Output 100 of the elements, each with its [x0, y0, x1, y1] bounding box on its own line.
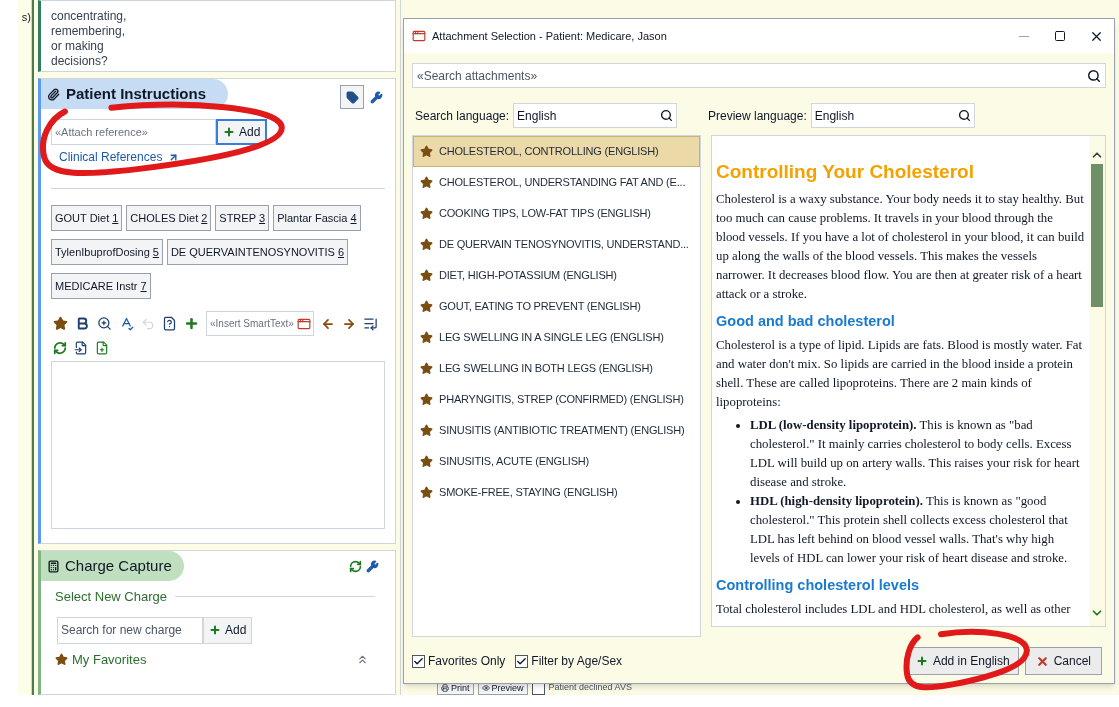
star-icon	[420, 393, 433, 406]
attachment-item[interactable]: DE QUERVAIN TENOSYNOVITIS, UNDERSTAND...	[413, 229, 700, 260]
smarttext-field[interactable]: «Insert SmartText»	[206, 311, 314, 336]
sidebar-text: s)	[21, 12, 31, 23]
cancel-icon	[1035, 654, 1049, 668]
help-document-icon[interactable]	[162, 316, 177, 331]
panel-title: Patient Instructions	[66, 83, 207, 104]
section-label: Select New Charge	[55, 588, 167, 606]
field-label: Search language:	[414, 107, 510, 125]
star-icon	[420, 300, 433, 313]
field-label: Preview language:	[708, 107, 807, 125]
bold-icon[interactable]	[75, 316, 90, 331]
paragraph: Cholesterol is a type of lipid. Lipids are fats. Blood is mostly water. Fat and water don't mix. So lipids are carried in the blood inside a protein shell. These are called lipoproteins. There are 2 main kinds of lipoproteins:	[716, 337, 1084, 411]
arrow-left-icon[interactable]	[320, 316, 335, 331]
attachment-item[interactable]: SMOKE-FREE, STAYING (ENGLISH)	[413, 477, 700, 508]
import-document-icon[interactable]	[74, 341, 88, 355]
attachment-item[interactable]: CHOLESTEROL, UNDERSTANDING FAT AND (E...	[413, 167, 700, 198]
paragraph: Cholesterol is a waxy substance. Your body needs it to stay healthy. But too much can cause problems. It travels in your blood through the blood vessels. If you have a lot of cholesterol in your blood, it can build up along the walls of the blood vessels. This makes the vessels narrower. It decreases blood flow. You are then at greater risk of a heart attack or a stroke.	[716, 191, 1085, 303]
star-icon	[420, 424, 433, 437]
panel-title: Charge Capture	[65, 555, 172, 576]
add-button[interactable]: Add	[216, 119, 268, 145]
attachment-search-field[interactable]: «Search attachments»	[412, 63, 1106, 88]
zoom-icon[interactable]	[97, 316, 112, 331]
attachment-item[interactable]: GOUT, EATING TO PREVENT (ENGLISH)	[413, 291, 700, 322]
spellcheck-icon[interactable]	[119, 316, 134, 331]
clinical-references-link[interactable]: Clinical References	[59, 148, 180, 166]
printer-icon	[441, 684, 449, 692]
attachment-item[interactable]: CHOLESTEROL, CONTROLLING (ENGLISH)	[413, 136, 700, 167]
search-language-field[interactable]: English	[513, 103, 678, 128]
maximize-icon	[1054, 30, 1066, 42]
star-icon	[420, 486, 433, 499]
checkbox[interactable]	[412, 654, 425, 668]
bullet-text: HDL (high-density lipoprotein). This is known as "good cholesterol." This protein shell collects excess cholesterol that LDL has left behind on blood vessel walls. That's why high levels of HDL can lower your risk of heart disease and stroke.	[750, 493, 1069, 567]
star-icon	[420, 331, 433, 344]
star-icon	[420, 207, 433, 220]
attachment-item[interactable]: LEG SWELLING IN A SINGLE LEG (ENGLISH)	[413, 322, 700, 353]
check-icon	[516, 655, 528, 667]
bullet-text: LDL (low-density lipoprotein). This is known as "bad cholesterol." It mainly carries cholesterol to body cells. Excess LDL will build up on artery walls. This raises your risk for heart disease and stroke.	[750, 417, 1081, 491]
cancel-button[interactable]: Cancel	[1024, 647, 1102, 675]
star-icon	[420, 176, 433, 189]
plus-icon	[209, 624, 221, 636]
checkbox-label: Favorites Only	[428, 653, 506, 670]
attachment-item[interactable]: LEG SWELLING IN BOTH LEGS (ENGLISH)	[413, 353, 700, 384]
search-icon[interactable]	[1087, 68, 1101, 83]
favorites-label[interactable]: My Favorites	[72, 649, 147, 669]
star-icon	[55, 652, 68, 666]
minimize-icon	[1019, 35, 1029, 37]
tag-icon	[345, 90, 359, 104]
question-text: concentrating, remembering, or making decisions?	[51, 9, 128, 69]
wrench-icon[interactable]	[370, 90, 383, 104]
refresh-icon[interactable]	[349, 559, 362, 573]
checkbox-label: Filter by Age/Sex	[531, 653, 623, 670]
attachment-item[interactable]: DIET, HIGH-POTASSIUM (ENGLISH)	[413, 260, 700, 291]
window-icon	[296, 316, 311, 331]
search-icon[interactable]	[660, 109, 674, 122]
instruction-button[interactable]: GOUT Diet 1	[51, 205, 123, 231]
refresh-icon[interactable]	[53, 341, 67, 355]
tag-button[interactable]	[340, 85, 364, 109]
eye-icon	[481, 684, 490, 692]
check-icon	[413, 655, 424, 667]
instruction-button[interactable]: STREP 3	[215, 205, 270, 231]
attachment-item[interactable]: SINUSITIS, ACUTE (ENGLISH)	[413, 446, 700, 477]
paragraph: Total cholesterol includes LDL and HDL cholesterol, as well as other	[716, 601, 1072, 618]
attachment-item[interactable]: PHARYNGITIS, STREP (CONFIRMED) (ENGLISH)	[413, 384, 700, 415]
add-in-english-button[interactable]: Add in English	[906, 647, 1019, 675]
attachment-item[interactable]: COOKING TIPS, LOW-FAT TIPS (ENGLISH)	[413, 198, 700, 229]
window-icon	[412, 29, 426, 43]
instruction-button[interactable]: Plantar Fascia 4	[273, 205, 361, 231]
window-title: Attachment Selection - Patient: Medicare, Jason	[432, 28, 667, 44]
paperclip-icon	[47, 87, 60, 101]
charge-search-field[interactable]: Search for new charge	[57, 616, 203, 644]
list-icon[interactable]	[362, 316, 378, 331]
plus-icon[interactable]	[184, 316, 199, 331]
attachment-item[interactable]: SINUSITIS (ANTIBIOTIC TREATMENT) (ENGLISH)	[413, 415, 700, 446]
instruction-button[interactable]: TylenIbuprofDosing 5	[51, 239, 163, 265]
search-icon[interactable]	[957, 109, 971, 122]
bullet-icon	[736, 500, 740, 504]
bullet-icon	[736, 424, 740, 428]
wrench-icon[interactable]	[366, 559, 379, 573]
plus-icon	[915, 655, 928, 667]
star-icon[interactable]	[53, 316, 68, 331]
document-title: Controlling Your Cholesterol	[716, 160, 975, 184]
preview-language-field[interactable]: English	[810, 103, 975, 128]
star-icon	[420, 269, 433, 282]
section-heading: Good and bad cholesterol	[716, 312, 896, 330]
attach-reference-field[interactable]: «Attach reference»	[51, 119, 216, 145]
star-icon	[420, 362, 433, 375]
instruction-button[interactable]: DE QUERVAINTENOSYNOVITIS 6	[166, 239, 349, 265]
star-icon	[420, 238, 433, 251]
document-icon[interactable]	[95, 341, 109, 355]
checkbox[interactable]	[515, 654, 529, 668]
checkbox-label: Patient declined AVS	[548, 681, 632, 695]
instruction-button[interactable]: MEDICARE Instr 7	[51, 273, 151, 299]
instruction-button[interactable]: CHOLES Diet 2	[126, 205, 212, 231]
plus-icon	[223, 126, 235, 138]
section-heading: Controlling cholesterol levels	[716, 576, 921, 594]
scrollbar-thumb[interactable]	[1091, 164, 1103, 307]
add-button[interactable]: Add	[203, 616, 253, 644]
star-icon	[420, 145, 433, 158]
arrow-right-icon[interactable]	[341, 316, 356, 331]
